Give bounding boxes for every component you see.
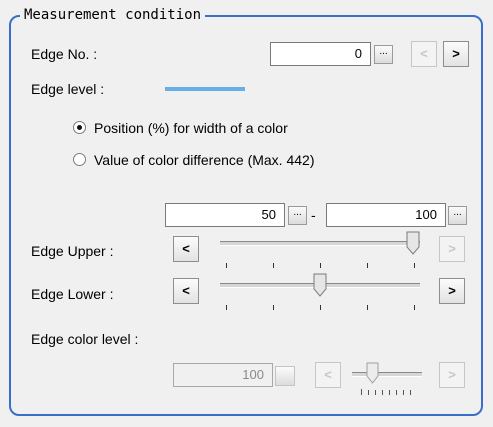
edge-lower-tick — [226, 305, 227, 310]
edge-upper-tick — [414, 263, 415, 268]
edge-level-label: Edge level : — [31, 81, 105, 97]
edge-lower-tick — [367, 305, 368, 310]
edge-upper-label: Edge Upper : — [31, 243, 114, 259]
edge-lower-slider-thumb[interactable] — [313, 273, 327, 297]
edge-upper-tick — [320, 263, 321, 268]
edge-lower-label: Edge Lower : — [31, 286, 114, 302]
edge-color-level-decrease-button[interactable]: < — [315, 362, 341, 388]
edge-color-level-label: Edge color level : — [31, 331, 139, 347]
range-upper-browse-button[interactable]: ... — [448, 206, 467, 225]
edge-color-level-increase-button[interactable]: > — [439, 362, 465, 388]
edge-lower-decrease-button[interactable]: < — [173, 278, 199, 304]
edge-color-level-slider-thumb — [366, 362, 379, 384]
range-lower-field[interactable]: 50 — [165, 203, 285, 227]
radio-position-percent[interactable] — [73, 121, 86, 134]
edge-lower-increase-button[interactable]: > — [439, 278, 465, 304]
radio-color-difference[interactable] — [73, 153, 86, 166]
edge-upper-tick — [367, 263, 368, 268]
radio-position-percent-label[interactable]: Position (%) for width of a color — [94, 120, 288, 136]
edge-lower-tick — [320, 305, 321, 310]
edge-color-level-browse-button[interactable] — [275, 366, 295, 386]
group-title: Measurement condition — [20, 6, 206, 24]
edge-upper-tick — [273, 263, 274, 268]
edge-lower-tick — [273, 305, 274, 310]
edge-no-label: Edge No. : — [31, 46, 98, 62]
edge-no-field[interactable]: 0 — [270, 42, 371, 66]
edge-level-color-bar — [165, 87, 245, 91]
edge-color-level-field[interactable]: 100 — [173, 363, 273, 387]
edge-upper-slider-track[interactable] — [220, 241, 420, 246]
edge-upper-increase-button[interactable]: > — [439, 236, 465, 262]
radio-color-difference-label[interactable]: Value of color difference (Max. 442) — [94, 152, 315, 168]
edge-no-next-button[interactable]: > — [443, 41, 469, 67]
range-upper-field[interactable]: 100 — [326, 203, 446, 227]
edge-color-level-ticks — [361, 389, 411, 395]
edge-no-browse-button[interactable]: ... — [374, 45, 393, 64]
edge-upper-slider-thumb[interactable] — [406, 231, 420, 255]
edge-no-prev-button[interactable]: < — [411, 41, 437, 67]
edge-upper-tick — [226, 263, 227, 268]
range-lower-browse-button[interactable]: ... — [288, 206, 307, 225]
range-separator: - — [311, 207, 316, 223]
edge-lower-tick — [414, 305, 415, 310]
edge-upper-decrease-button[interactable]: < — [173, 236, 199, 262]
edge-color-level-slider-track — [352, 372, 422, 377]
